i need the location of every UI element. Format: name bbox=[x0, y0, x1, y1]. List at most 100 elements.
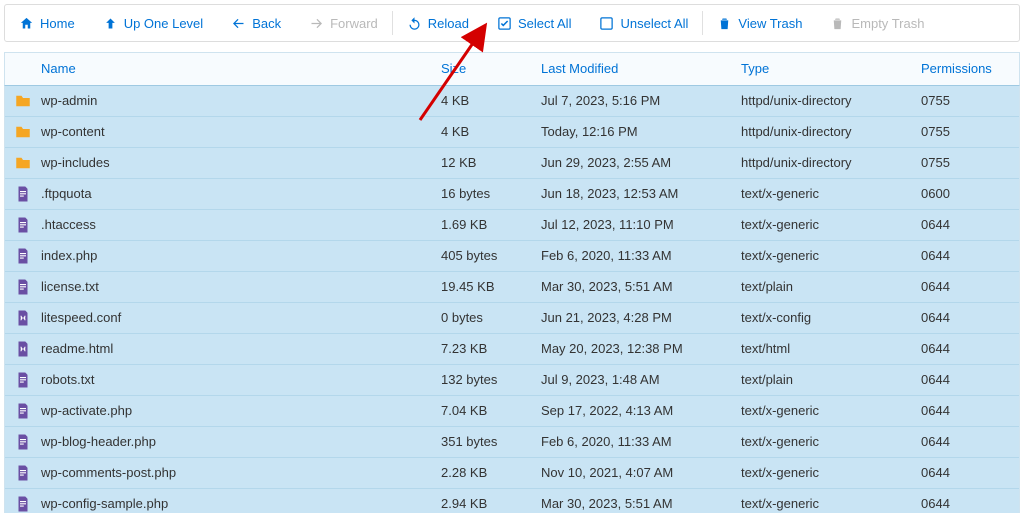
cell-perm: 0644 bbox=[921, 310, 1019, 325]
empty-trash-label: Empty Trash bbox=[851, 16, 924, 31]
table-row[interactable]: license.txt19.45 KBMar 30, 2023, 5:51 AM… bbox=[5, 272, 1019, 303]
folder-icon bbox=[13, 91, 33, 111]
table-row[interactable]: wp-admin4 KBJul 7, 2023, 5:16 PMhttpd/un… bbox=[5, 86, 1019, 117]
config-icon bbox=[13, 308, 33, 328]
empty-square-icon bbox=[599, 16, 614, 31]
folder-icon bbox=[13, 153, 33, 173]
cell-name: wp-includes bbox=[41, 155, 441, 170]
column-header-row: Name Size Last Modified Type Permissions bbox=[4, 52, 1020, 86]
cell-type: text/x-generic bbox=[741, 403, 921, 418]
column-header-permissions[interactable]: Permissions bbox=[921, 61, 1019, 76]
forward-arrow-icon bbox=[309, 16, 324, 31]
cell-type: httpd/unix-directory bbox=[741, 155, 921, 170]
cell-size: 1.69 KB bbox=[441, 217, 541, 232]
cell-name: wp-admin bbox=[41, 93, 441, 108]
cell-last: Nov 10, 2021, 4:07 AM bbox=[541, 465, 741, 480]
cell-perm: 0755 bbox=[921, 93, 1019, 108]
table-row[interactable]: .ftpquota16 bytesJun 18, 2023, 12:53 AMt… bbox=[5, 179, 1019, 210]
unselect-all-button[interactable]: Unselect All bbox=[585, 5, 702, 41]
cell-size: 351 bytes bbox=[441, 434, 541, 449]
cell-last: Jul 7, 2023, 5:16 PM bbox=[541, 93, 741, 108]
cell-type: text/plain bbox=[741, 279, 921, 294]
cell-name: readme.html bbox=[41, 341, 441, 356]
column-header-type[interactable]: Type bbox=[741, 61, 921, 76]
view-trash-button[interactable]: View Trash bbox=[703, 5, 816, 41]
cell-size: 4 KB bbox=[441, 124, 541, 139]
table-row[interactable]: wp-config-sample.php2.94 KBMar 30, 2023,… bbox=[5, 489, 1019, 513]
cell-perm: 0644 bbox=[921, 403, 1019, 418]
cell-perm: 0644 bbox=[921, 248, 1019, 263]
trash-icon bbox=[717, 16, 732, 31]
home-label: Home bbox=[40, 16, 75, 31]
unselect-all-label: Unselect All bbox=[620, 16, 688, 31]
reload-icon bbox=[407, 16, 422, 31]
table-row[interactable]: wp-comments-post.php2.28 KBNov 10, 2021,… bbox=[5, 458, 1019, 489]
reload-label: Reload bbox=[428, 16, 469, 31]
cell-perm: 0644 bbox=[921, 465, 1019, 480]
home-icon bbox=[19, 16, 34, 31]
cell-type: text/plain bbox=[741, 372, 921, 387]
column-header-last-modified[interactable]: Last Modified bbox=[541, 61, 741, 76]
cell-size: 16 bytes bbox=[441, 186, 541, 201]
cell-perm: 0644 bbox=[921, 372, 1019, 387]
cell-name: index.php bbox=[41, 248, 441, 263]
table-row[interactable]: wp-includes12 KBJun 29, 2023, 2:55 AMhtt… bbox=[5, 148, 1019, 179]
home-button[interactable]: Home bbox=[5, 5, 89, 41]
cell-size: 0 bytes bbox=[441, 310, 541, 325]
select-all-label: Select All bbox=[518, 16, 571, 31]
cell-name: wp-blog-header.php bbox=[41, 434, 441, 449]
toolbar: Home Up One Level Back Forward Reload Se… bbox=[4, 4, 1020, 42]
back-label: Back bbox=[252, 16, 281, 31]
column-header-size[interactable]: Size bbox=[441, 61, 541, 76]
cell-size: 12 KB bbox=[441, 155, 541, 170]
cell-last: Sep 17, 2022, 4:13 AM bbox=[541, 403, 741, 418]
file-rows-container: wp-admin 4 KB Jul 7, 2023, 5:16 PM httpd/un… bbox=[4, 86, 1020, 513]
cell-perm: 0644 bbox=[921, 434, 1019, 449]
cell-perm: 0644 bbox=[921, 341, 1019, 356]
table-row[interactable]: readme.html7.23 KBMay 20, 2023, 12:38 PM… bbox=[5, 334, 1019, 365]
table-row[interactable]: wp-blog-header.php351 bytesFeb 6, 2020, … bbox=[5, 427, 1019, 458]
file-icon bbox=[13, 432, 33, 452]
file-icon bbox=[13, 277, 33, 297]
cell-perm: 0644 bbox=[921, 279, 1019, 294]
cell-type: text/x-generic bbox=[741, 186, 921, 201]
config-icon bbox=[13, 339, 33, 359]
up-arrow-icon bbox=[103, 16, 118, 31]
table-row[interactable]: wp-activate.php7.04 KBSep 17, 2022, 4:13… bbox=[5, 396, 1019, 427]
table-row[interactable]: litespeed.conf0 bytesJun 21, 2023, 4:28 … bbox=[5, 303, 1019, 334]
cell-perm: 0755 bbox=[921, 155, 1019, 170]
cell-type: text/x-config bbox=[741, 310, 921, 325]
cell-size: 405 bytes bbox=[441, 248, 541, 263]
forward-label: Forward bbox=[330, 16, 378, 31]
cell-last: Today, 12:16 PM bbox=[541, 124, 741, 139]
file-icon bbox=[13, 401, 33, 421]
reload-button[interactable]: Reload bbox=[393, 5, 483, 41]
cell-perm: 0600 bbox=[921, 186, 1019, 201]
column-header-name[interactable]: Name bbox=[41, 61, 441, 76]
cell-name: robots.txt bbox=[41, 372, 441, 387]
cell-last: Feb 6, 2020, 11:33 AM bbox=[541, 248, 741, 263]
cell-last: Jun 18, 2023, 12:53 AM bbox=[541, 186, 741, 201]
table-row[interactable]: .htaccess1.69 KBJul 12, 2023, 11:10 PMte… bbox=[5, 210, 1019, 241]
select-all-button[interactable]: Select All bbox=[483, 5, 585, 41]
back-button[interactable]: Back bbox=[217, 5, 295, 41]
up-one-level-button[interactable]: Up One Level bbox=[89, 5, 218, 41]
table-row[interactable]: wp-content4 KBToday, 12:16 PMhttpd/unix-… bbox=[5, 117, 1019, 148]
file-icon bbox=[13, 494, 33, 513]
cell-type: text/x-generic bbox=[741, 465, 921, 480]
table-row[interactable]: index.php405 bytesFeb 6, 2020, 11:33 AMt… bbox=[5, 241, 1019, 272]
cell-size: 19.45 KB bbox=[441, 279, 541, 294]
table-row[interactable]: robots.txt132 bytesJul 9, 2023, 1:48 AMt… bbox=[5, 365, 1019, 396]
file-icon bbox=[13, 246, 33, 266]
cell-name: wp-activate.php bbox=[41, 403, 441, 418]
cell-perm: 0755 bbox=[921, 124, 1019, 139]
back-arrow-icon bbox=[231, 16, 246, 31]
folder-icon bbox=[13, 122, 33, 142]
cell-perm: 0644 bbox=[921, 217, 1019, 232]
cell-last: May 20, 2023, 12:38 PM bbox=[541, 341, 741, 356]
cell-name: wp-comments-post.php bbox=[41, 465, 441, 480]
cell-size: 2.28 KB bbox=[441, 465, 541, 480]
cell-size: 132 bytes bbox=[441, 372, 541, 387]
cell-name: litespeed.conf bbox=[41, 310, 441, 325]
file-icon bbox=[13, 463, 33, 483]
